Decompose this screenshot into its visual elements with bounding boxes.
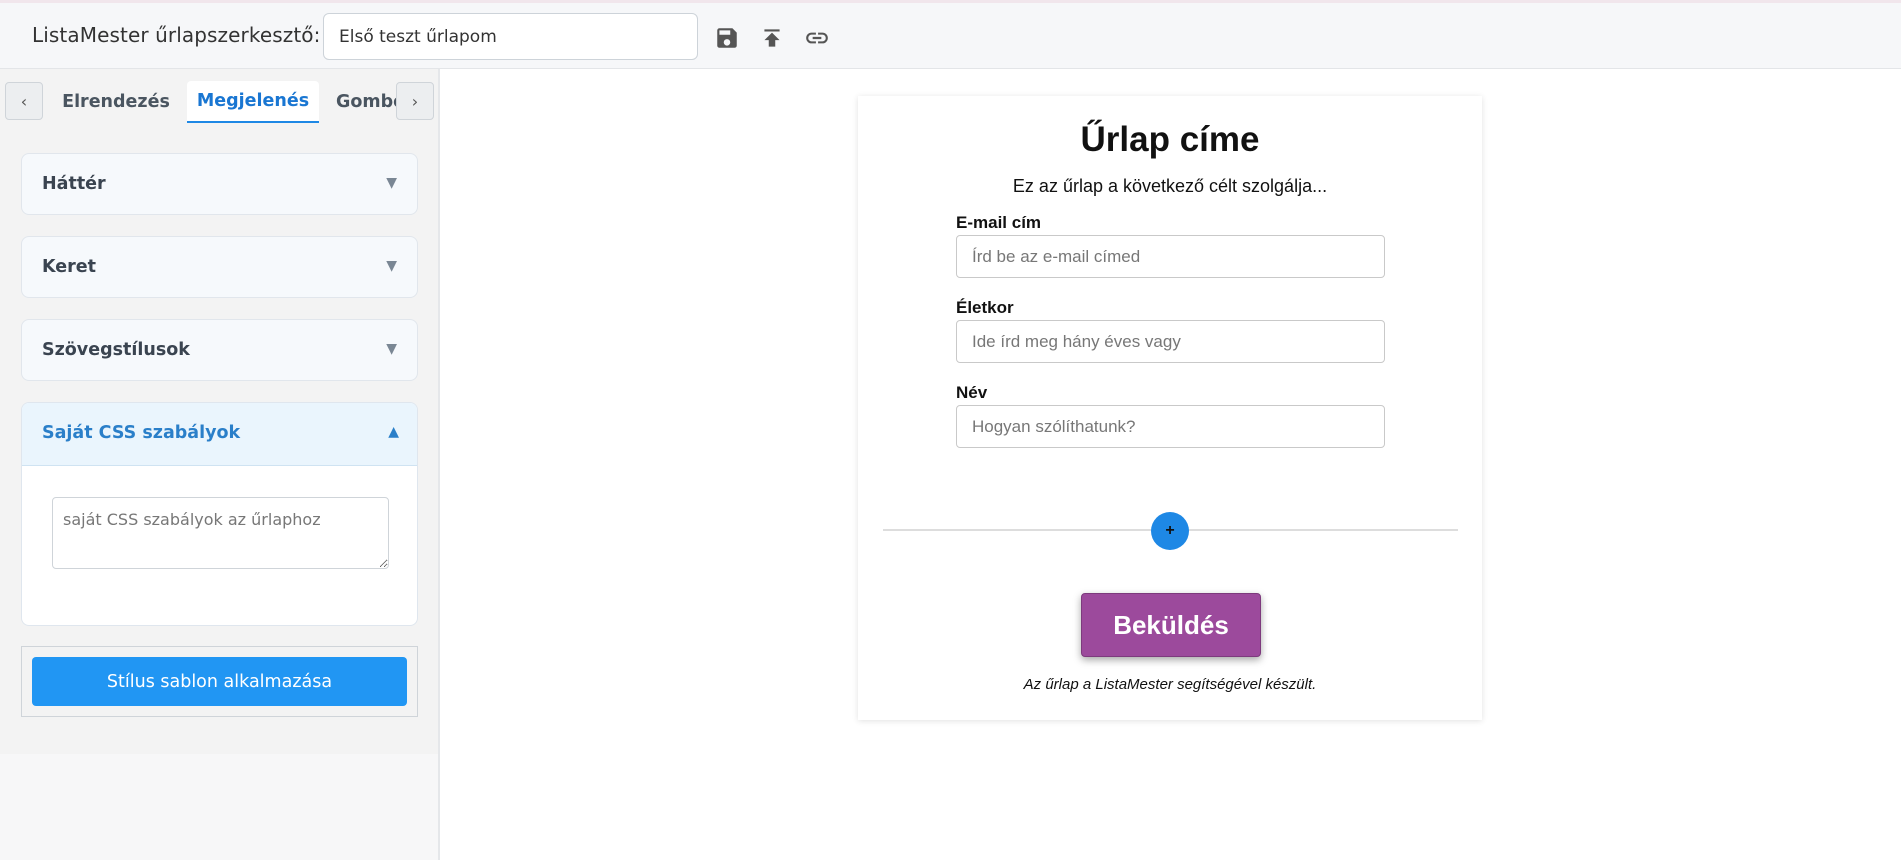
name-field-label: Név xyxy=(956,383,988,402)
chevron-down-icon: ▼ xyxy=(386,341,397,357)
name-field[interactable] xyxy=(956,405,1385,448)
form-title: Űrlap címe xyxy=(1080,120,1260,159)
section-custom-css-header[interactable]: Saját CSS szabályok ▲ xyxy=(22,403,417,466)
link-icon[interactable] xyxy=(804,25,830,51)
tab-appearance[interactable]: Megjelenés xyxy=(187,81,319,123)
email-field[interactable] xyxy=(956,235,1385,278)
top-toolbar: ListaMester űrlapszerkesztő: xyxy=(0,0,1901,69)
tab-scroll-left-button[interactable]: ‹ xyxy=(5,82,43,120)
settings-sidebar: ‹ Elrendezés Megjelenés Gombok › Háttér … xyxy=(0,69,438,754)
submit-button[interactable]: Beküldés xyxy=(1081,593,1261,657)
email-field-label: E-mail cím xyxy=(956,213,1042,232)
tab-buttons[interactable]: Gombok xyxy=(336,81,396,123)
section-background-label: Háttér xyxy=(42,174,106,194)
save-icon[interactable] xyxy=(714,25,740,51)
tab-strip: Elrendezés Megjelenés Gombok xyxy=(50,69,396,139)
form-description: Ez az űrlap a következő célt szolgálja..… xyxy=(1012,176,1328,196)
age-field-label: Életkor xyxy=(956,298,1014,317)
form-name-input[interactable] xyxy=(323,13,698,60)
section-border-label: Keret xyxy=(42,257,96,277)
section-custom-css: Saját CSS szabályok ▲ xyxy=(21,402,418,626)
chevron-up-icon: ▲ xyxy=(388,424,399,440)
form-preview-area: Űrlap címe Ez az űrlap a következő célt … xyxy=(440,69,1901,860)
publish-icon[interactable] xyxy=(759,25,785,51)
section-text-styles[interactable]: Szövegstílusok ▼ xyxy=(21,319,418,381)
chevron-down-icon: ▼ xyxy=(386,175,397,191)
app-title: ListaMester űrlapszerkesztő: xyxy=(32,23,321,47)
apply-template-panel: Stílus sablon alkalmazása xyxy=(21,646,418,717)
age-field[interactable] xyxy=(956,320,1385,363)
add-field-button[interactable]: + xyxy=(1151,512,1189,550)
section-background[interactable]: Háttér ▼ xyxy=(21,153,418,215)
form-footer-note: Az űrlap a ListaMester segítségével kész… xyxy=(1023,676,1317,693)
form-card: Űrlap címe Ez az űrlap a következő célt … xyxy=(858,96,1482,720)
section-text-styles-label: Szövegstílusok xyxy=(42,340,190,360)
tab-layout[interactable]: Elrendezés xyxy=(58,81,174,123)
tab-scroll-right-button[interactable]: › xyxy=(396,82,434,120)
chevron-down-icon: ▼ xyxy=(386,258,397,274)
custom-css-textarea[interactable] xyxy=(52,497,389,569)
apply-style-template-button[interactable]: Stílus sablon alkalmazása xyxy=(32,657,407,706)
section-border[interactable]: Keret ▼ xyxy=(21,236,418,298)
sidebar-empty-area xyxy=(0,754,438,860)
section-custom-css-label: Saját CSS szabályok xyxy=(42,423,241,443)
